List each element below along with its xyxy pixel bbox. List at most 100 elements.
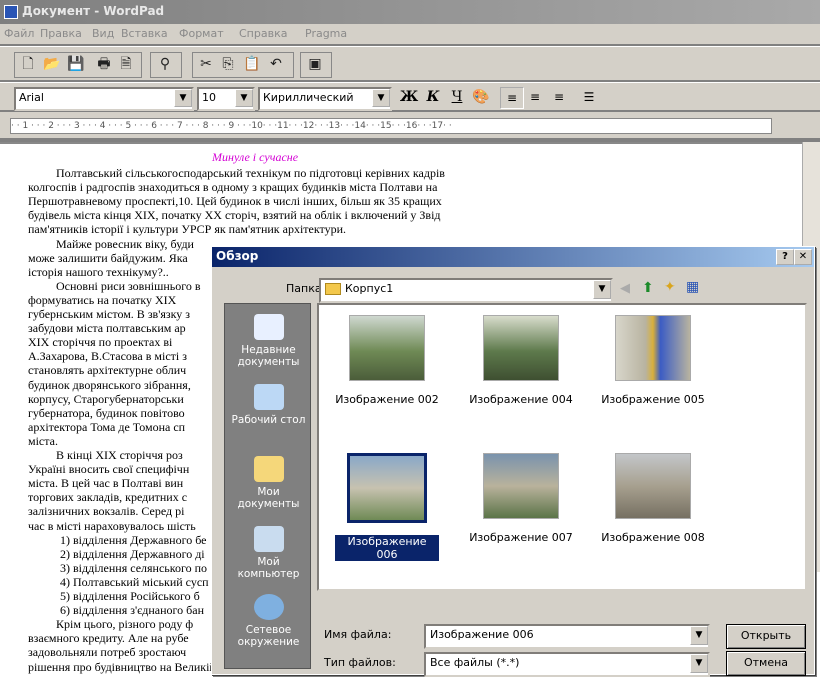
- filetype-value: Все файлы (*.*): [430, 656, 520, 669]
- file-item[interactable]: Изображение 008: [601, 453, 705, 544]
- undo-icon[interactable]: ↶: [267, 56, 285, 73]
- menu-view[interactable]: Вид: [92, 27, 114, 40]
- paste-icon[interactable]: 📋: [243, 56, 261, 73]
- document-line: залізничних вокзалів. Серед рі: [28, 504, 185, 519]
- document-line: пам'ятників історії і культури УРСР як п…: [28, 222, 347, 237]
- place-recent-documents[interactable]: Недавние документы: [225, 314, 312, 368]
- find-button-group: ⚲: [150, 52, 182, 78]
- menu-edit[interactable]: Правка: [40, 27, 82, 40]
- document-heading: Минуле і сучасне: [212, 150, 299, 164]
- up-folder-icon[interactable]: ⬆: [642, 280, 654, 296]
- desktop-icon: [253, 384, 284, 410]
- filetype-select[interactable]: Все файлы (*.*) ▼: [424, 652, 710, 677]
- bold-button[interactable]: Ж: [398, 87, 420, 107]
- dialog-title-bar: Обзор ? ✕: [212, 247, 814, 267]
- document-line: губернським містом. В зв'язку з: [28, 307, 191, 321]
- place-desktop[interactable]: Рабочий стол: [225, 384, 312, 426]
- ruler-marks: · · 1 · · · 2 · · · 3 · · · 4 · · · 5 · …: [11, 121, 452, 131]
- chevron-down-icon[interactable]: ▼: [174, 89, 192, 107]
- print-preview-icon[interactable]: 🗎: [117, 56, 135, 73]
- document-line: 3) відділення селянського по: [60, 560, 208, 575]
- document-line: Майже ровесник віку, буди: [56, 236, 194, 251]
- font-size-select[interactable]: 10 ▼: [197, 87, 255, 111]
- align-center-icon[interactable]: ≡: [524, 87, 546, 107]
- standard-toolbar: 🗋 📂 💾 🖶 🗎 ⚲ ✂ ⎘ 📋 ↶ ▣: [0, 46, 820, 80]
- file-item-selected[interactable]: Изображение 006: [335, 453, 439, 561]
- new-folder-icon[interactable]: ✦: [664, 279, 676, 295]
- folder-select[interactable]: Корпус1 ▼: [319, 278, 613, 303]
- script-select[interactable]: Кириллический ▼: [258, 87, 392, 111]
- document-line: становлять архітектурне облич: [28, 363, 187, 378]
- recent-documents-icon: [253, 314, 284, 340]
- place-label: Сетевое окружение: [237, 624, 300, 648]
- file-name: Изображение 007: [469, 531, 573, 544]
- color-palette-icon[interactable]: 🎨: [470, 87, 492, 107]
- bullets-icon[interactable]: ☰: [578, 87, 600, 107]
- clipboard-button-group: ✂ ⎘ 📋 ↶: [192, 52, 294, 78]
- chevron-down-icon[interactable]: ▼: [690, 626, 708, 645]
- document-line: Україні вносить свої специфічн: [28, 462, 190, 477]
- wordpad-app-icon: [4, 5, 18, 19]
- align-right-icon[interactable]: ≡: [548, 87, 570, 107]
- close-icon[interactable]: ✕: [794, 249, 812, 265]
- chevron-down-icon[interactable]: ▼: [372, 89, 390, 107]
- filetype-label: Тип файлов:: [324, 656, 396, 669]
- document-line: 5) відділення Російського б: [60, 589, 200, 603]
- place-my-computer[interactable]: Мой компьютер: [225, 526, 312, 580]
- file-thumbnail: [615, 315, 691, 381]
- cut-icon[interactable]: ✂: [197, 56, 215, 73]
- menu-insert[interactable]: Вставка: [121, 27, 168, 40]
- print-icon[interactable]: 🖶: [95, 56, 113, 73]
- place-my-documents[interactable]: Мои документы: [225, 456, 312, 510]
- document-line: будинок дворянського зібрання,: [28, 377, 191, 392]
- copy-icon[interactable]: ⎘: [219, 56, 237, 73]
- menu-bar: Файл Правка Вид Вставка Формат Справка P…: [0, 24, 820, 44]
- chevron-down-icon[interactable]: ▼: [593, 280, 611, 299]
- cancel-button[interactable]: Отмена: [726, 651, 806, 676]
- file-name: Изображение 005: [601, 393, 705, 406]
- menu-file[interactable]: Файл: [4, 27, 34, 40]
- new-document-icon[interactable]: 🗋: [19, 56, 37, 73]
- chevron-down-icon[interactable]: ▼: [690, 654, 708, 673]
- place-network[interactable]: Сетевое окружение: [225, 594, 312, 648]
- my-computer-icon: [253, 526, 284, 552]
- insert-object-icon[interactable]: ▣: [306, 56, 324, 73]
- filename-input[interactable]: Изображение 006 ▼: [424, 624, 710, 649]
- underline-button[interactable]: Ч: [446, 87, 468, 107]
- file-thumbnail: [349, 315, 425, 381]
- menu-help[interactable]: Справка: [239, 27, 287, 40]
- menu-pragma[interactable]: Pragma: [305, 27, 347, 40]
- file-thumbnail: [347, 453, 427, 523]
- font-name-select[interactable]: Arial ▼: [14, 87, 194, 111]
- chevron-down-icon[interactable]: ▼: [235, 89, 253, 107]
- find-binoculars-icon[interactable]: ⚲: [156, 56, 174, 73]
- file-item[interactable]: Изображение 004: [469, 315, 573, 406]
- my-documents-icon: [253, 456, 284, 482]
- folder-icon: [325, 283, 341, 295]
- document-line: губернатора, будинок повітово: [28, 405, 185, 420]
- file-name: Изображение 008: [601, 531, 705, 544]
- file-thumbnail: [483, 315, 559, 381]
- ruler: · · 1 · · · 2 · · · 3 · · · 4 · · · 5 · …: [0, 112, 820, 138]
- align-left-icon[interactable]: ≡: [500, 87, 524, 109]
- open-folder-icon[interactable]: 📂: [43, 56, 61, 73]
- ruler-strip[interactable]: · · 1 · · · 2 · · · 3 · · · 4 · · · 5 · …: [10, 118, 772, 134]
- network-icon: [253, 594, 284, 620]
- document-line: Крім цього, різного роду ф: [56, 617, 194, 632]
- save-disk-icon[interactable]: 💾: [67, 56, 85, 73]
- italic-button[interactable]: К: [422, 87, 444, 107]
- menu-format[interactable]: Формат: [179, 27, 224, 40]
- open-button[interactable]: Открыть: [726, 624, 806, 649]
- document-line: міста. В цей час в Полтаві вин: [28, 476, 184, 491]
- document-line: торгових закладів, кредитних с: [28, 490, 188, 505]
- file-thumbnail: [483, 453, 559, 519]
- file-item[interactable]: Изображение 007: [469, 453, 573, 544]
- file-item[interactable]: Изображение 002: [335, 315, 439, 406]
- help-icon[interactable]: ?: [776, 249, 794, 265]
- document-line: корпусу, Старогубернаторськи: [28, 391, 184, 406]
- file-list[interactable]: Изображение 002 Изображение 004 Изображе…: [317, 303, 807, 591]
- view-menu-icon[interactable]: ▦: [686, 279, 699, 295]
- back-icon[interactable]: ◀: [620, 281, 630, 296]
- file-item[interactable]: Изображение 005: [601, 315, 705, 406]
- place-label: Мои документы: [237, 486, 300, 510]
